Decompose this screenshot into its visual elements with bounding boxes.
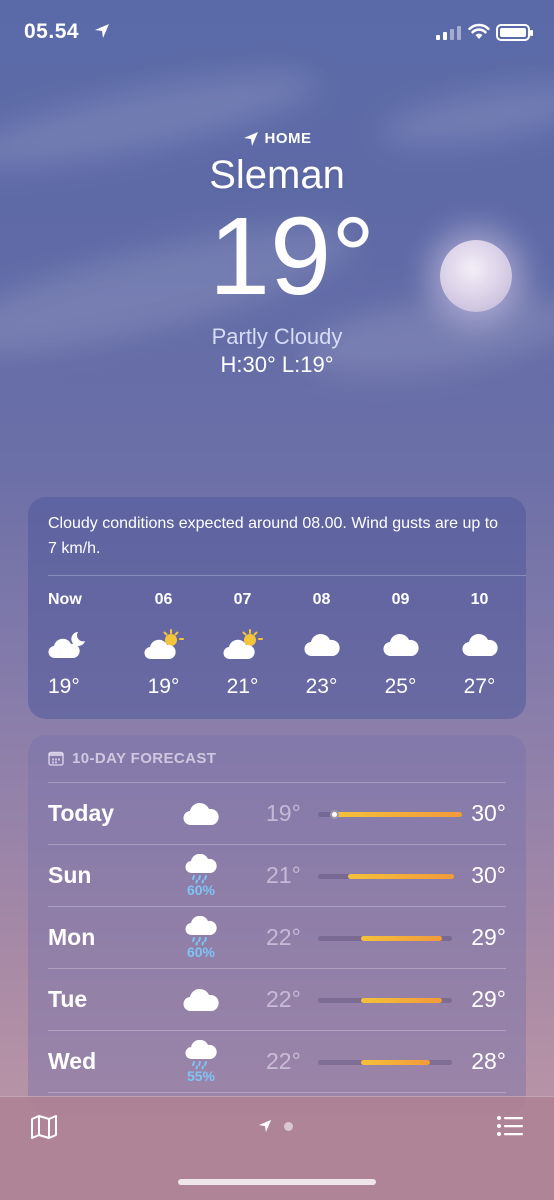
low-temperature: 19° — [266, 800, 301, 826]
map-icon[interactable] — [30, 1114, 58, 1140]
bottom-toolbar — [0, 1096, 554, 1200]
hour-temperature: 25° — [384, 675, 417, 698]
cloud-icon — [303, 621, 341, 669]
calendar-icon — [48, 751, 64, 766]
forecast-summary: Cloudy conditions expected around 08.00.… — [48, 515, 499, 557]
cloud-sun-icon — [143, 621, 184, 669]
home-indicator[interactable] — [178, 1179, 376, 1185]
temperature-range-bar — [318, 1060, 452, 1065]
precip-chance: 55% — [186, 1068, 216, 1084]
hour-label: Now — [48, 591, 82, 608]
city-name: Sleman — [209, 153, 345, 197]
high-temperature: 30° — [471, 862, 506, 888]
temperature-range-fill — [360, 1060, 430, 1065]
status-time: 05.54 — [24, 20, 80, 43]
cloud-rain-icon: 60% — [176, 907, 226, 969]
low-temperature: 22° — [266, 924, 301, 950]
battery-icon — [496, 24, 533, 41]
hour-temperature: 19° — [147, 675, 180, 698]
temperature-range-bar — [318, 810, 462, 819]
ten-day-title: 10-DAY FORECAST — [72, 750, 217, 767]
divider — [48, 1092, 506, 1093]
list-icon[interactable] — [496, 1115, 524, 1137]
forecast-row[interactable]: Today 19° 30° — [48, 783, 506, 845]
high-temperature: 29° — [471, 924, 506, 950]
hour-label: 09 — [391, 591, 410, 608]
temperature-range-fill — [360, 936, 442, 941]
location-arrow-icon — [258, 1119, 272, 1133]
low-temperature: 22° — [266, 986, 301, 1012]
hour-item: Now 19° — [48, 591, 88, 699]
location-arrow-icon — [243, 131, 258, 146]
home-label: HOME — [264, 130, 312, 147]
forecast-row[interactable]: Tue 22° 29° — [48, 969, 506, 1031]
hour-item: 06 19° — [124, 591, 203, 699]
cloud-moon-icon — [48, 621, 86, 669]
hour-temperature: 19° — [48, 675, 80, 698]
condition-text: Partly Cloudy — [211, 324, 343, 349]
hour-item: 10 27° — [440, 591, 519, 699]
high-temperature: 30° — [471, 800, 506, 826]
hour-temperature: 21° — [226, 675, 259, 698]
temperature-range-bar — [318, 874, 454, 879]
divider — [48, 575, 526, 576]
hour-temperature: 23° — [305, 675, 338, 698]
hour-item: 12 — [519, 591, 526, 699]
day-name: Sun — [48, 862, 92, 888]
day-name: Tue — [48, 986, 88, 1012]
hourly-forecast-card[interactable]: Cloudy conditions expected around 08.00.… — [28, 497, 526, 719]
ten-day-forecast-card[interactable]: 10-DAY FORECAST Today 19° 30° Sun 60% 21° 30° M… — [28, 735, 526, 1115]
cloud-icon — [176, 783, 226, 845]
cloud-sun-icon — [222, 621, 263, 669]
page-indicator[interactable] — [258, 1119, 293, 1133]
cloud-icon — [461, 621, 499, 669]
forecast-row[interactable]: Mon 60% 22° 29° — [48, 907, 506, 969]
low-temperature: 21° — [266, 862, 301, 888]
high-low-text: H:30° L:19° — [220, 352, 334, 377]
day-name: Today — [48, 800, 115, 826]
day-name: Mon — [48, 924, 96, 950]
home-label-row: HOME — [0, 130, 554, 147]
hour-label: 10 — [470, 591, 489, 608]
page-dot[interactable] — [284, 1121, 293, 1131]
cloud-icon — [382, 621, 420, 669]
hour-label: 08 — [312, 591, 331, 608]
low-temperature: 22° — [266, 1048, 301, 1074]
day-name: Wed — [48, 1048, 97, 1074]
wifi-icon — [468, 23, 490, 39]
current-temp-dot — [330, 810, 339, 819]
cellular-signal-icon — [436, 24, 461, 40]
cloud-rain-icon: 55% — [176, 1031, 226, 1093]
hour-item: 07 21° — [203, 591, 282, 699]
current-weather: HOME Sleman 19° Partly Cloudy H:30° L:19… — [0, 130, 554, 378]
precip-chance: 60% — [186, 882, 216, 898]
forecast-row[interactable]: Wed 55% 22° 28° — [48, 1031, 506, 1093]
hour-label: 06 — [154, 591, 173, 608]
temperature-range-fill — [360, 998, 442, 1003]
hour-item: 09 25° — [361, 591, 440, 699]
hourly-list[interactable]: Now 19° 06 19° 07 21° 08 23° 09 25° 10 27° 12 — [48, 591, 526, 699]
temperature-range-fill — [348, 874, 454, 879]
temperature-range-bar — [318, 998, 452, 1003]
precip-chance: 60% — [186, 944, 216, 960]
cloud-icon — [176, 969, 226, 1031]
hour-label: 07 — [233, 591, 252, 608]
temperature-range-bar — [318, 936, 452, 941]
high-temperature: 29° — [471, 986, 506, 1012]
temperature-range-fill — [332, 812, 462, 817]
ten-day-title-row: 10-DAY FORECAST — [48, 750, 216, 767]
cloud-rain-icon: 60% — [176, 845, 226, 907]
location-arrow-icon — [95, 24, 109, 38]
hour-item: 08 23° — [282, 591, 361, 699]
forecast-row[interactable]: Sun 60% 21° 30° — [48, 845, 506, 907]
high-temperature: 28° — [471, 1048, 506, 1074]
status-bar: 05.54 — [0, 0, 554, 66]
hour-temperature: 27° — [463, 675, 496, 698]
current-temperature: 19° — [208, 195, 376, 318]
